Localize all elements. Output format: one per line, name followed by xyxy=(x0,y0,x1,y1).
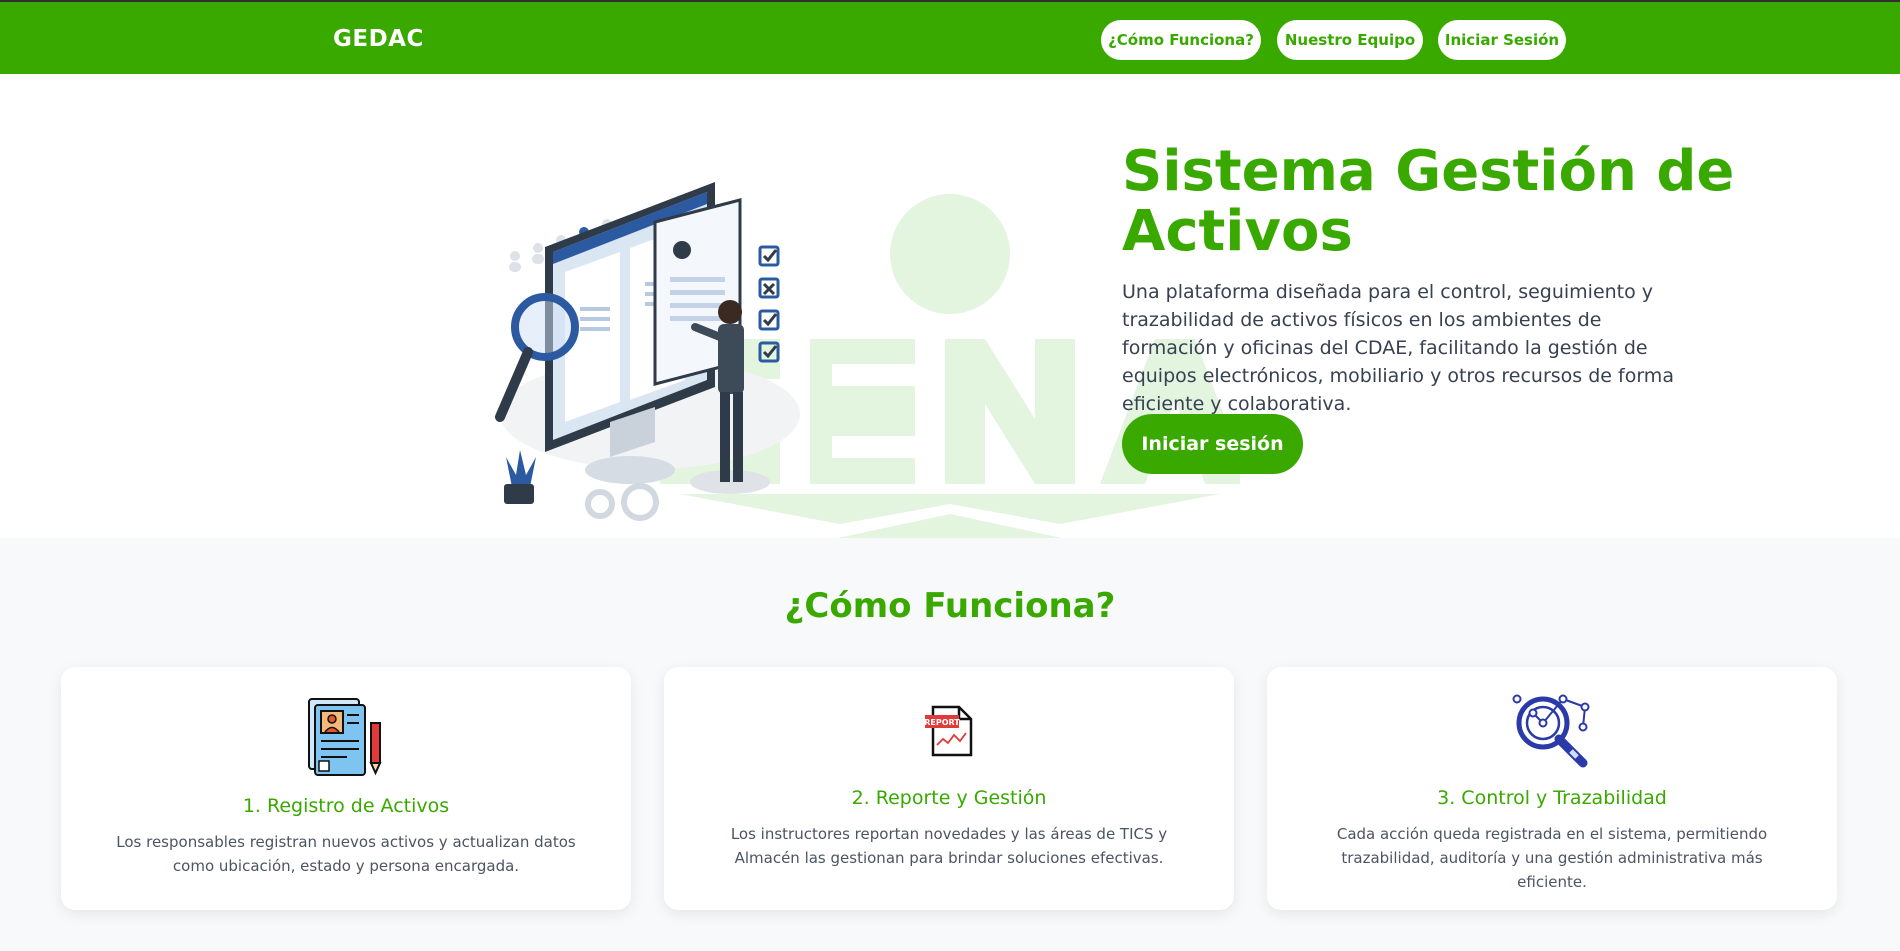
card-title: 3. Control y Trazabilidad xyxy=(1437,787,1667,809)
card-title: 1. Registro de Activos xyxy=(242,795,450,817)
card-text: Cada acción queda registrada en el siste… xyxy=(1336,825,1768,891)
card-text: Los responsables registran nuevos activo… xyxy=(116,833,576,875)
nav-como-funciona-button[interactable]: ¿Cómo Funciona? xyxy=(1101,20,1261,60)
top-navbar: GEDAC ¿Cómo Funciona? Nuestro Equipo Ini… xyxy=(0,0,1900,74)
document-registry-icon xyxy=(308,698,382,776)
report-icon: REPORT xyxy=(924,705,973,757)
hero-title: Sistema Gestión de Activos xyxy=(1122,139,1735,264)
brand-logo[interactable]: GEDAC xyxy=(333,26,424,52)
asset-management-illustration-icon xyxy=(495,182,800,521)
nav-nuestro-equipo-button[interactable]: Nuestro Equipo xyxy=(1277,20,1423,60)
feature-card-registro: 1. Registro de Activos Los responsables … xyxy=(61,667,631,910)
feature-card-control: 3. Control y Trazabilidad Cada acción qu… xyxy=(1267,667,1837,910)
how-it-works-section: ¿Cómo Funciona? 1. Registro de Activos L… xyxy=(0,538,1900,951)
nav-iniciar-sesion-button[interactable]: Iniciar Sesión xyxy=(1438,20,1566,60)
section-title: ¿Cómo Funciona? xyxy=(784,586,1116,626)
magnifier-network-icon xyxy=(1512,694,1590,768)
hero-description: Una plataforma diseñada para el control,… xyxy=(1122,281,1674,415)
feature-card-reporte: REPORT 2. Reporte y Gestión Los instruct… xyxy=(664,667,1234,910)
card-title: 2. Reporte y Gestión xyxy=(851,787,1047,809)
hero-section: Sistema Gestión de Activos Una plataform… xyxy=(0,74,1900,538)
hero-login-button[interactable]: Iniciar sesión xyxy=(1122,414,1303,474)
card-text: Los instructores reportan novedades y la… xyxy=(730,825,1168,867)
svg-text:REPORT: REPORT xyxy=(924,718,960,727)
